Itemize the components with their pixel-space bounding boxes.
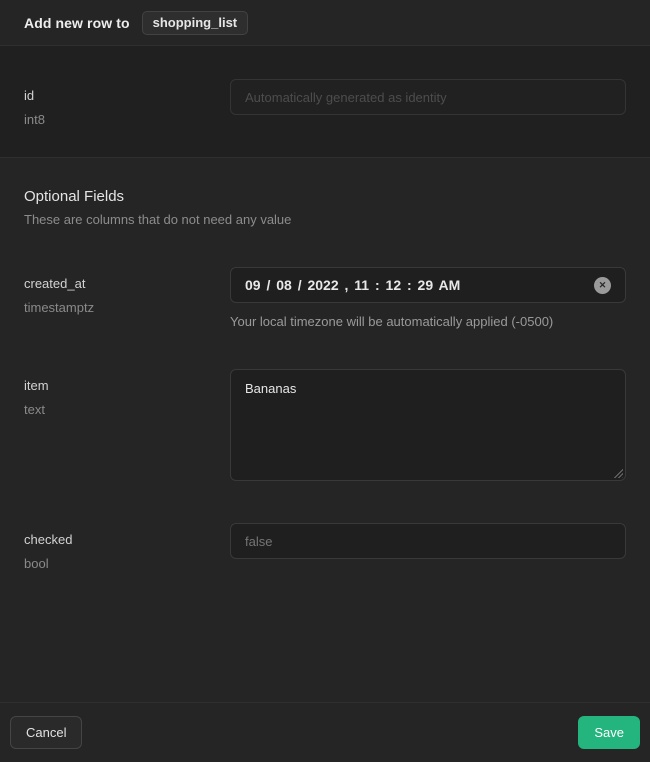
field-type-created-at: timestamptz: [24, 300, 206, 315]
field-row-created-at: created_at timestamptz 09 / 08 / 2022 , …: [24, 267, 626, 329]
field-labels-id: id int8: [24, 79, 206, 127]
checked-input-col: [230, 523, 626, 571]
optional-fields-section: Optional Fields These are columns that d…: [0, 158, 650, 702]
panel-footer: Cancel Save: [0, 702, 650, 762]
field-labels-created-at: created_at timestamptz: [24, 267, 206, 329]
timezone-helper-text: Your local timezone will be automaticall…: [230, 314, 626, 329]
required-fields-section: id int8: [0, 46, 650, 158]
field-type-id: int8: [24, 112, 206, 127]
created-at-value: 09 / 08 / 2022 , 11 : 12 : 29 AM: [245, 277, 460, 293]
save-button[interactable]: Save: [578, 716, 640, 749]
field-label-created-at: created_at: [24, 276, 206, 291]
field-row-id: id int8: [24, 79, 626, 127]
optional-fields-title: Optional Fields: [24, 188, 626, 205]
id-input-col: [230, 79, 626, 127]
created-at-input[interactable]: 09 / 08 / 2022 , 11 : 12 : 29 AM ✕: [230, 267, 626, 303]
clear-date-button[interactable]: ✕: [594, 277, 611, 294]
checked-input[interactable]: [230, 523, 626, 559]
cancel-button[interactable]: Cancel: [10, 716, 82, 749]
id-input: [230, 79, 626, 115]
field-labels-item: item text: [24, 369, 206, 481]
field-type-checked: bool: [24, 556, 206, 571]
circle-x-icon: ✕: [599, 281, 607, 290]
item-textarea[interactable]: Bananas: [230, 369, 626, 481]
created-at-input-col: 09 / 08 / 2022 , 11 : 12 : 29 AM ✕ Your …: [230, 267, 626, 329]
optional-fields-subtitle: These are columns that do not need any v…: [24, 212, 626, 227]
optional-section-header: Optional Fields These are columns that d…: [24, 158, 626, 227]
field-label-checked: checked: [24, 532, 206, 547]
field-labels-checked: checked bool: [24, 523, 206, 571]
add-row-panel: Add new row to shopping_list id int8 Opt…: [0, 0, 650, 762]
panel-header: Add new row to shopping_list: [0, 0, 650, 46]
field-row-item: item text Bananas: [24, 369, 626, 481]
table-name-badge: shopping_list: [142, 11, 249, 35]
field-label-id: id: [24, 88, 206, 103]
field-type-item: text: [24, 402, 206, 417]
field-label-item: item: [24, 378, 206, 393]
field-row-checked: checked bool: [24, 523, 626, 571]
page-title: Add new row to: [24, 15, 130, 31]
item-input-col: Bananas: [230, 369, 626, 481]
